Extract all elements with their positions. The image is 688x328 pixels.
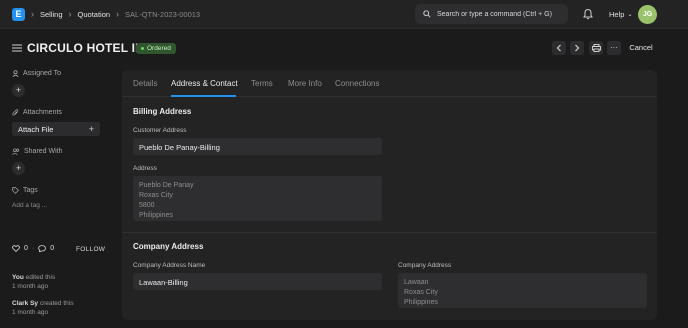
breadcrumb: › Selling › Quotation › SAL-QTN-2023-000… [31, 8, 200, 21]
breadcrumb-document: SAL-QTN-2023-00013 [125, 10, 201, 19]
tag-icon [12, 187, 19, 194]
awesomebar[interactable] [415, 4, 568, 24]
address-line: Philippines [139, 212, 173, 219]
company-address-name-label: Company Address Name [133, 262, 206, 269]
address-line: 5800 [139, 202, 155, 209]
cancel-button[interactable]: Cancel [625, 41, 657, 55]
chevron-left-icon [556, 44, 561, 52]
top-navbar: E › Selling › Quotation › SAL-QTN-2023-0… [0, 0, 688, 29]
chevron-right-icon: › [31, 9, 34, 19]
previous-doc-button[interactable] [552, 41, 566, 55]
shared-with-section: Shared With [12, 148, 63, 155]
chevron-right-icon: › [68, 9, 72, 19]
status-dot-icon [141, 47, 144, 50]
help-dropdown[interactable]: Help ⌄ [609, 10, 632, 19]
breadcrumb-quotation[interactable]: Quotation [78, 10, 111, 19]
attachments-section: Attachments [12, 109, 62, 116]
address-line: Pueblo De Panay [139, 182, 194, 189]
tab-details[interactable]: Details [133, 79, 157, 88]
add-share-button[interactable]: + [12, 162, 25, 175]
active-tab-indicator [171, 95, 236, 97]
tab-more-info[interactable]: More Info [288, 79, 322, 88]
address-line: Roxas City [404, 289, 438, 296]
chevron-right-icon: › [116, 9, 120, 19]
chevron-down-icon: ⌄ [627, 12, 633, 18]
comment-count: 0 [50, 245, 55, 252]
likes-comments: 0 · 0 [12, 245, 54, 252]
billing-address-heading: Billing Address [133, 107, 192, 116]
form-tabs: Details Address & Contact Terms More Inf… [122, 70, 657, 97]
follow-button[interactable]: FOLLOW [76, 246, 105, 253]
attach-file-button[interactable]: Attach File + [12, 122, 100, 136]
add-assignee-button[interactable]: + [12, 84, 25, 97]
ellipsis-icon: ··· [610, 43, 618, 52]
next-doc-button[interactable] [570, 41, 584, 55]
activity-user: You [12, 274, 24, 281]
status-label: Ordered [147, 45, 171, 52]
address-line: Lawaan [404, 279, 429, 286]
assigned-to-label: Assigned To [23, 70, 62, 77]
notification-bell-icon[interactable] [582, 8, 594, 20]
chevron-right-icon [575, 44, 580, 52]
paperclip-icon [12, 109, 19, 116]
breadcrumb-selling[interactable]: Selling [40, 10, 63, 19]
address-display: Pueblo De Panay Roxas City 5800 Philippi… [133, 176, 382, 221]
search-icon [423, 10, 431, 18]
printer-icon [591, 44, 601, 52]
company-address-heading: Company Address [133, 242, 204, 251]
address-line: Roxas City [139, 192, 173, 199]
assigned-to-section: Assigned To [12, 70, 61, 77]
activity-text: You edited this [12, 273, 55, 282]
address-line: Philippines [404, 299, 438, 306]
activity-time: 1 month ago [12, 283, 49, 290]
more-actions-button[interactable]: ··· [607, 41, 621, 55]
sidebar-toggle-icon[interactable] [12, 44, 22, 52]
tags-section: Tags [12, 187, 38, 194]
customer-address-label: Customer Address [133, 127, 187, 134]
user-icon [12, 70, 19, 77]
tab-address-contact[interactable]: Address & Contact [171, 79, 238, 88]
user-avatar[interactable]: JG [638, 5, 657, 24]
section-divider [122, 232, 657, 233]
address-label: Address [133, 165, 157, 172]
attachments-label: Attachments [23, 109, 62, 116]
users-icon [12, 148, 20, 155]
form-card: Details Address & Contact Terms More Inf… [122, 70, 657, 320]
activity-time: 1 month ago [12, 309, 49, 316]
company-address-name-field[interactable]: Lawaan-Billing [133, 273, 382, 290]
heart-icon[interactable] [12, 245, 20, 252]
like-count: 0 [24, 245, 28, 252]
tab-connections[interactable]: Connections [335, 79, 379, 88]
tags-label: Tags [23, 187, 38, 194]
shared-with-label: Shared With [24, 148, 63, 155]
separator-dot: · [31, 245, 35, 252]
search-input[interactable] [437, 10, 567, 18]
add-tag-link[interactable]: Add a tag ... [12, 202, 47, 209]
tab-terms[interactable]: Terms [251, 79, 273, 88]
customer-address-field[interactable]: Pueblo De Panay-Billing [133, 138, 382, 155]
activity-action: edited this [23, 274, 56, 281]
comment-icon[interactable] [38, 245, 47, 252]
activity-text: Clark Sy created this [12, 299, 73, 308]
attach-file-label: Attach File [18, 124, 54, 134]
company-address-display: Lawaan Roxas City Philippines [398, 273, 647, 308]
help-label: Help [609, 10, 625, 19]
print-button[interactable] [589, 41, 603, 55]
activity-user: Clark Sy [12, 300, 39, 307]
activity-item: Clark Sy created this 1 month ago [12, 299, 73, 317]
activity-item: You edited this 1 month ago [12, 273, 55, 291]
status-badge: Ordered [136, 43, 176, 54]
activity-action: created this [38, 300, 74, 307]
app-logo[interactable]: E [12, 8, 25, 21]
company-address-label: Company Address [398, 262, 452, 269]
plus-icon: + [88, 124, 94, 134]
